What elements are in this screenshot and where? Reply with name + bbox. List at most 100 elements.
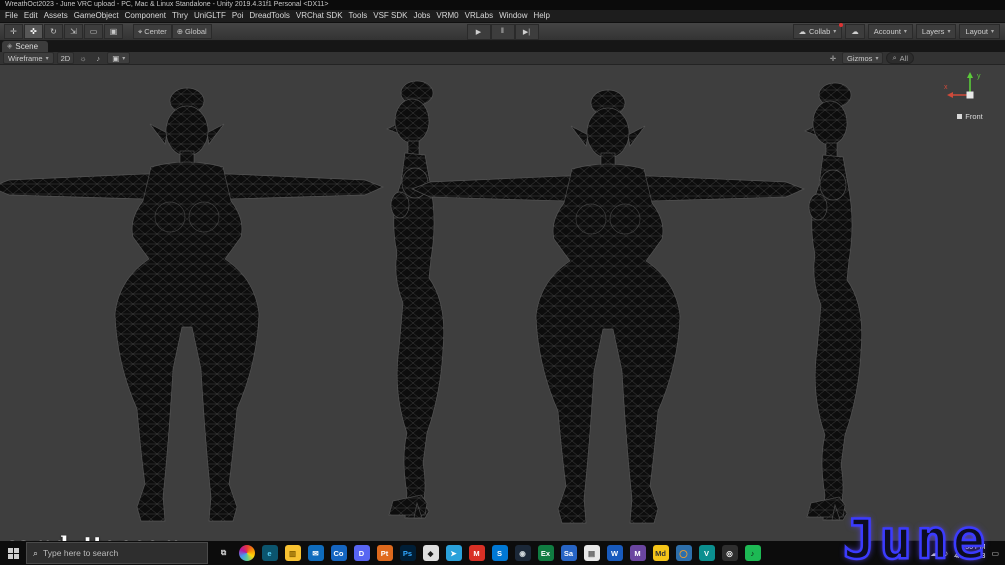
scale-tool-icon[interactable]: ⇲ xyxy=(64,24,83,39)
space-mode-button[interactable]: ⊕ Global xyxy=(172,24,212,39)
pause-button[interactable]: ‖ xyxy=(491,24,515,40)
collab-dropdown[interactable]: ☁ Collab ▾ xyxy=(793,24,843,39)
menu-item-tools[interactable]: Tools xyxy=(346,10,371,22)
model-front-left[interactable] xyxy=(0,88,383,521)
unity-icon[interactable]: ◆ xyxy=(419,541,442,565)
globe-icon: ⊕ xyxy=(177,27,183,36)
word-icon[interactable]: W xyxy=(603,541,626,565)
menu-item-component[interactable]: Component xyxy=(122,10,169,22)
paint-tool-icon[interactable]: Pt xyxy=(373,541,396,565)
hand-tool-icon[interactable]: ✛ xyxy=(4,24,23,39)
word-icon-glyph: W xyxy=(607,545,623,561)
blender-icon[interactable]: ◯ xyxy=(672,541,695,565)
steam-icon[interactable]: ◉ xyxy=(511,541,534,565)
gizmos-dropdown[interactable]: Gizmos ▾ xyxy=(842,52,883,64)
menu-item-dreadtools[interactable]: DreadTools xyxy=(246,10,292,22)
start-button[interactable] xyxy=(0,541,26,565)
pivot-label: Center xyxy=(144,27,167,36)
menu-item-vrm0[interactable]: VRM0 xyxy=(433,10,461,22)
obs-icon[interactable]: ◎ xyxy=(718,541,741,565)
task-view-icon-glyph: ⧉ xyxy=(216,545,232,561)
model-front-right[interactable] xyxy=(412,90,804,523)
notepad-icon[interactable]: ▤ xyxy=(580,541,603,565)
menu-item-unigltf[interactable]: UniGLTF xyxy=(191,10,229,22)
menu-item-help[interactable]: Help xyxy=(531,10,553,22)
cloud-icon: ☁ xyxy=(851,27,859,36)
effects-dropdown[interactable]: ▣ ▾ xyxy=(107,52,130,64)
file-explorer-icon-glyph: ▥ xyxy=(285,545,301,561)
discord-icon[interactable]: D xyxy=(350,541,373,565)
vscode-icon-glyph: Co xyxy=(331,545,347,561)
tab-scene[interactable]: ◈ Scene xyxy=(2,41,48,52)
layout-dropdown[interactable]: Layout ▾ xyxy=(959,24,1000,39)
menu-item-vrlabs[interactable]: VRLabs xyxy=(462,10,496,22)
scene-lighting-icon[interactable]: ☼ xyxy=(77,53,89,63)
spotify-icon[interactable]: ♪ xyxy=(741,541,764,565)
taskbar-search-placeholder: Type here to search xyxy=(43,548,118,558)
vrchat-icon-glyph: V xyxy=(699,545,715,561)
menu-item-vsf-sdk[interactable]: VSF SDK xyxy=(370,10,410,22)
account-dropdown[interactable]: Account ▾ xyxy=(868,24,913,39)
gmail-icon[interactable]: M xyxy=(465,541,488,565)
mail-app-icon[interactable]: ✉ xyxy=(304,541,327,565)
layout-label: Layout xyxy=(965,27,988,36)
collab-alert-dot xyxy=(839,23,843,27)
move-tool-icon[interactable]: ✜ xyxy=(24,24,43,39)
step-button[interactable]: ▶| xyxy=(515,24,539,40)
menu-item-gameobject[interactable]: GameObject xyxy=(71,10,122,22)
scene-search-box[interactable]: ⌕ All xyxy=(886,52,914,64)
telegram-icon[interactable]: ➤ xyxy=(442,541,465,565)
chevron-down-icon: ▾ xyxy=(904,28,907,35)
menu-item-thry[interactable]: Thry xyxy=(169,10,191,22)
skype-icon[interactable]: S xyxy=(488,541,511,565)
menu-item-vrchat-sdk[interactable]: VRChat SDK xyxy=(293,10,346,22)
layers-dropdown[interactable]: Layers ▾ xyxy=(916,24,957,39)
task-view-icon[interactable]: ⧉ xyxy=(212,541,235,565)
rainbow-app-icon[interactable] xyxy=(235,541,258,565)
rotate-tool-icon[interactable]: ↻ xyxy=(44,24,63,39)
mail-app-icon-glyph: ✉ xyxy=(308,545,324,561)
pivot-toggle-group: ⌖ Center ⊕ Global xyxy=(133,24,212,39)
camera-settings-icon[interactable]: ✛ xyxy=(827,53,839,63)
vrchat-icon[interactable]: V xyxy=(695,541,718,565)
menu-item-window[interactable]: Window xyxy=(496,10,530,22)
draw-mode-dropdown[interactable]: Wireframe ▾ xyxy=(3,52,54,64)
model-side-left[interactable] xyxy=(387,81,444,518)
main-toolbar: ✛ ✜ ↻ ⇲ ▭ ▣ ⌖ Center ⊕ Global ▶ ‖ ▶| ☁ xyxy=(0,23,1005,41)
photoshop-icon[interactable]: Ps xyxy=(396,541,419,565)
view-orientation-label[interactable]: Front xyxy=(943,112,997,121)
pivot-mode-button[interactable]: ⌖ Center xyxy=(133,24,172,39)
file-explorer-icon[interactable]: ▥ xyxy=(281,541,304,565)
medibang-icon[interactable]: Md xyxy=(649,541,672,565)
cloud-button[interactable]: ☁ xyxy=(845,24,865,39)
menu-bar-items: FileEditAssetsGameObjectComponentThryUni… xyxy=(2,10,553,22)
scene-orientation-gizmo[interactable]: y x Front xyxy=(943,69,997,121)
edge-icon-glyph: e xyxy=(262,545,278,561)
edge-icon[interactable]: e xyxy=(258,541,281,565)
discord-icon-glyph: D xyxy=(354,545,370,561)
transform-tool-icon[interactable]: ▣ xyxy=(104,24,123,39)
menu-item-edit[interactable]: Edit xyxy=(21,10,41,22)
mixer-app-icon[interactable]: M xyxy=(626,541,649,565)
2d-toggle[interactable]: 2D xyxy=(57,52,75,64)
vscode-icon[interactable]: Co xyxy=(327,541,350,565)
menu-item-jobs[interactable]: Jobs xyxy=(410,10,433,22)
taskbar-search-input[interactable]: ⌕ Type here to search xyxy=(26,542,208,564)
rainbow-app-icon-glyph xyxy=(239,545,255,561)
account-label: Account xyxy=(874,27,901,36)
blender-icon-glyph: ◯ xyxy=(676,545,692,561)
sai-icon[interactable]: Sa xyxy=(557,541,580,565)
menu-item-poi[interactable]: Poi xyxy=(229,10,247,22)
play-button[interactable]: ▶ xyxy=(467,24,491,40)
menu-item-assets[interactable]: Assets xyxy=(41,10,71,22)
menu-bar: FileEditAssetsGameObjectComponentThryUni… xyxy=(0,10,1005,23)
scene-viewport[interactable]: y x Front xyxy=(0,65,1005,541)
menu-item-file[interactable]: File xyxy=(2,10,21,22)
rect-tool-icon[interactable]: ▭ xyxy=(84,24,103,39)
spotify-icon-glyph: ♪ xyxy=(745,545,761,561)
model-side-right[interactable] xyxy=(805,83,862,520)
excel-icon[interactable]: Ex xyxy=(534,541,557,565)
window-title-bar: WreathOct2023 - June VRC upload - PC, Ma… xyxy=(0,0,1005,10)
scene-audio-icon[interactable]: ♪ xyxy=(92,53,104,63)
notification-center-icon[interactable]: ▭ xyxy=(991,549,1001,558)
